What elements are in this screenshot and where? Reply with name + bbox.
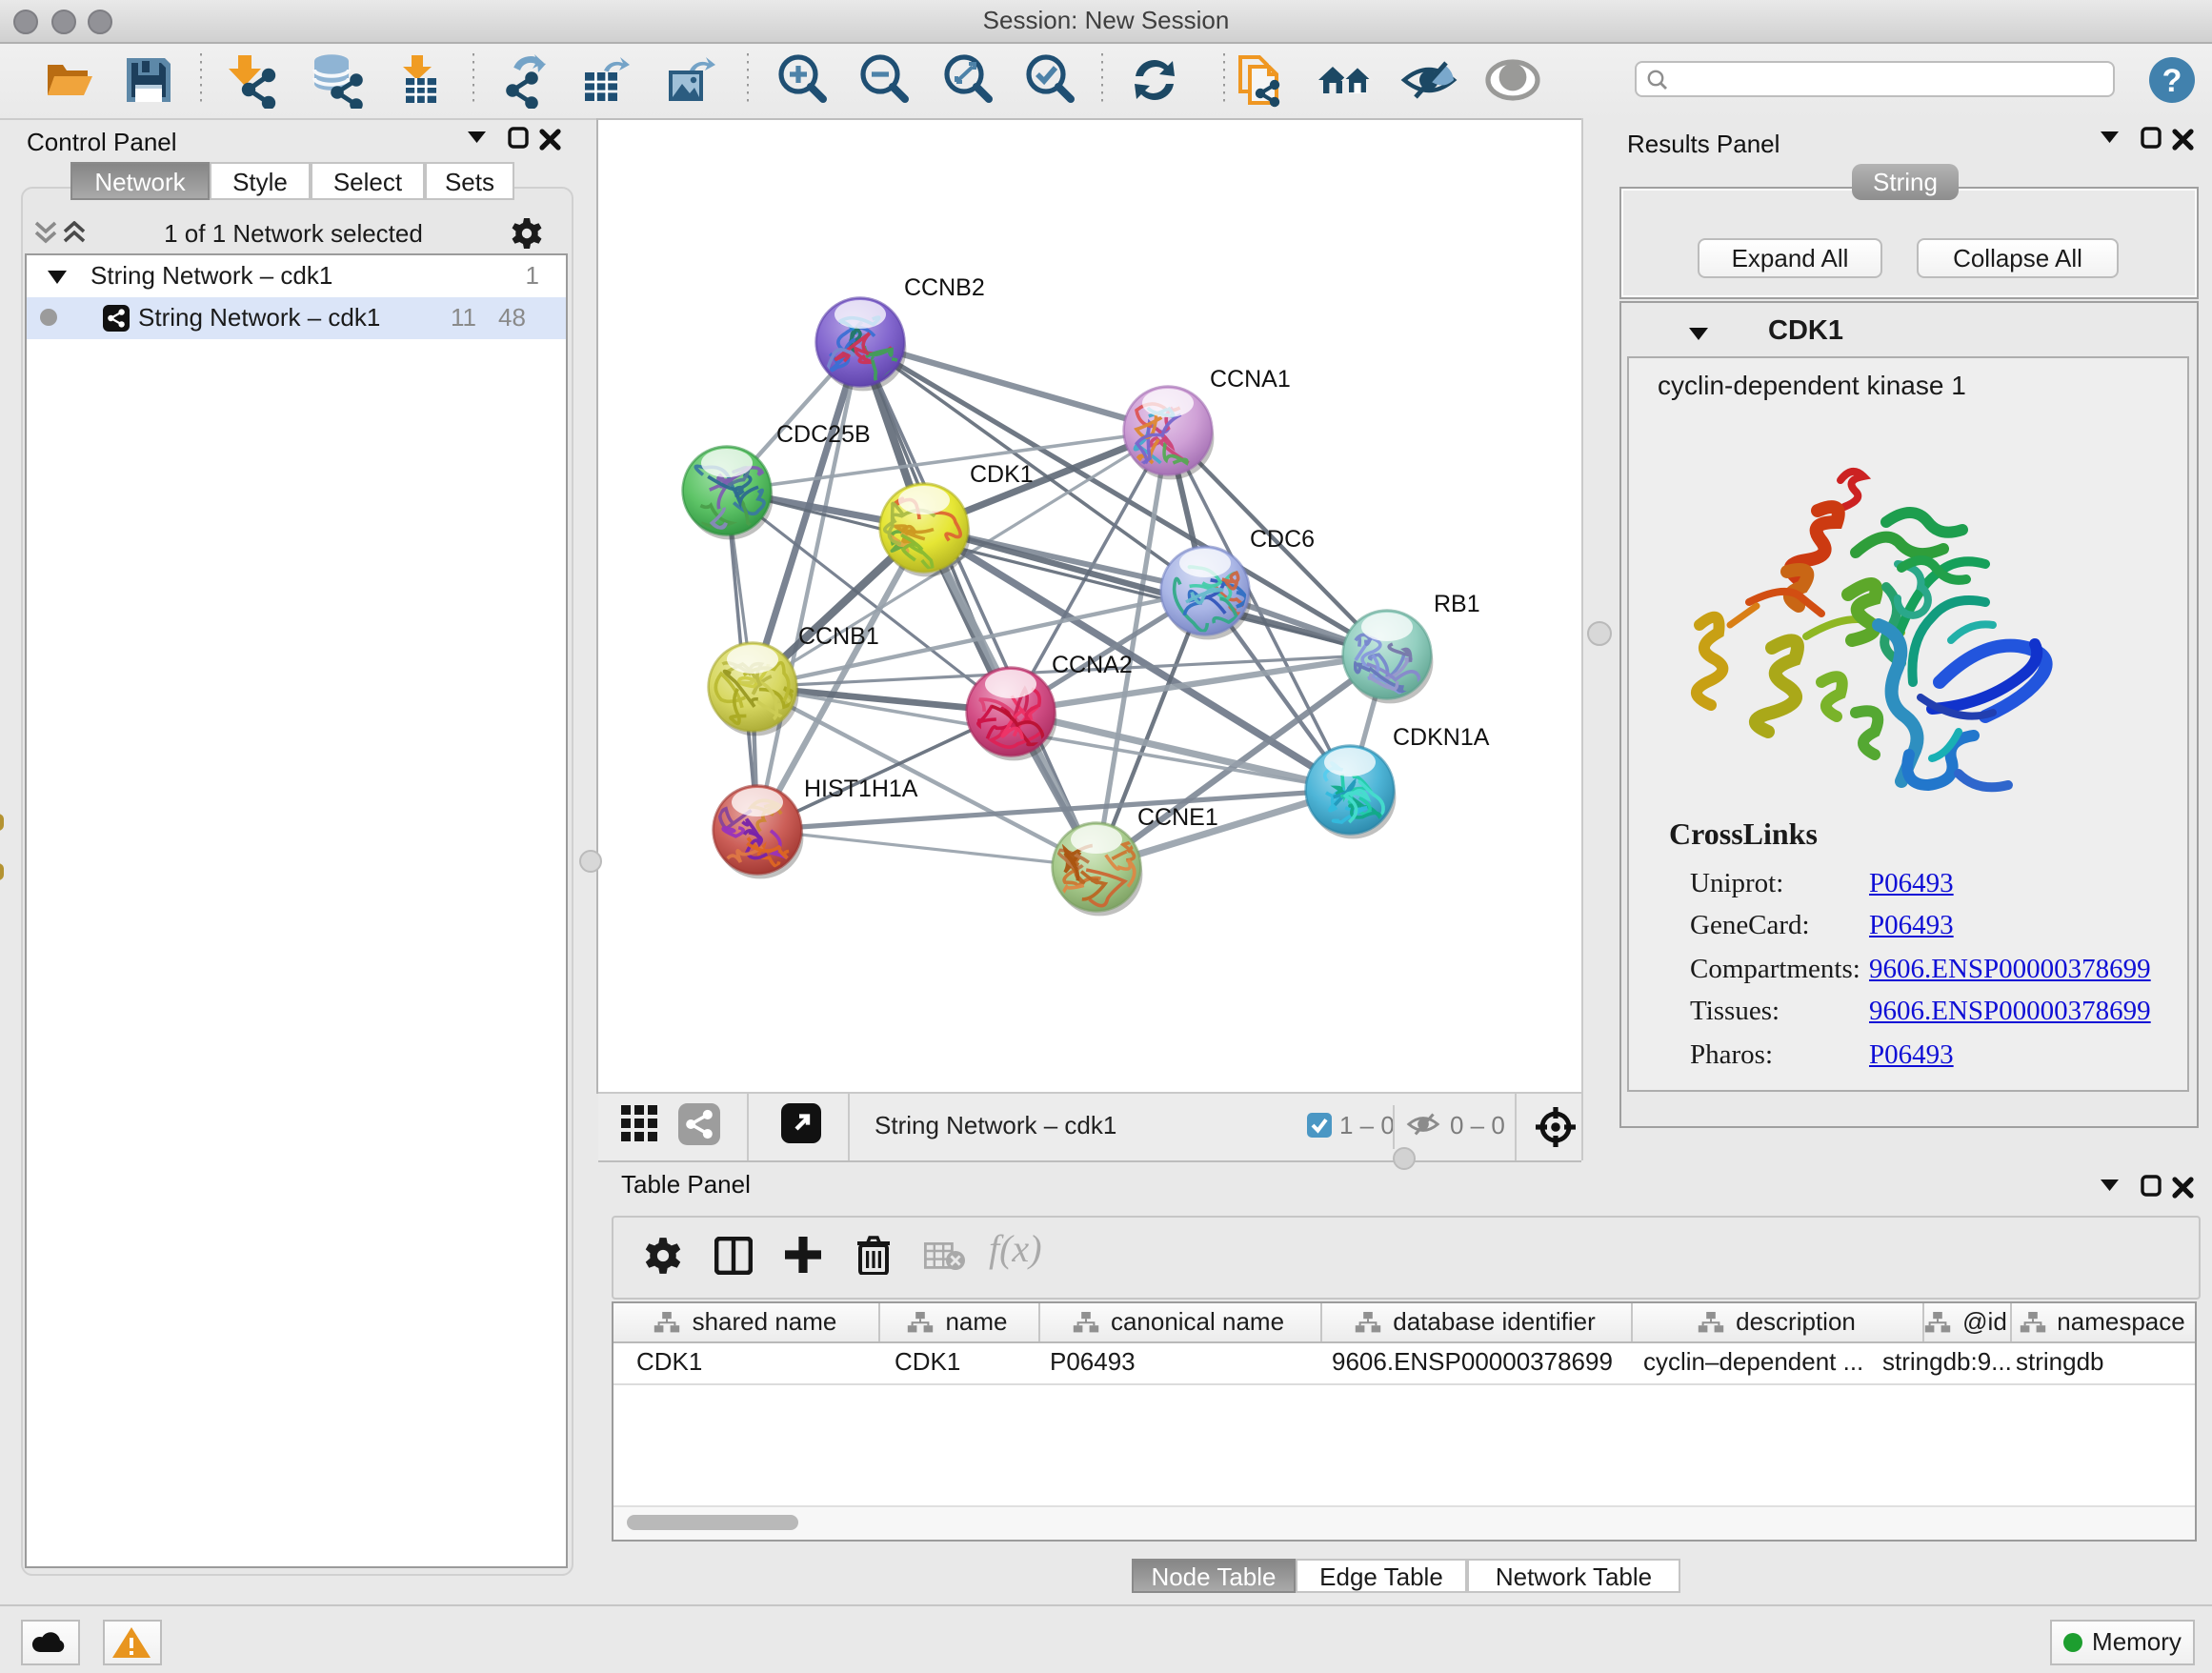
- svg-text:HIST1H1A: HIST1H1A: [804, 776, 918, 802]
- svg-text:CDK1: CDK1: [970, 461, 1034, 488]
- svg-text:CDC6: CDC6: [1250, 526, 1315, 553]
- svg-text:CCNE1: CCNE1: [1137, 804, 1218, 831]
- svg-text:CCNA1: CCNA1: [1210, 366, 1291, 393]
- svg-text:?: ?: [2162, 63, 2182, 99]
- svg-text:CDC25B: CDC25B: [776, 421, 871, 448]
- svg-text:CCNA2: CCNA2: [1052, 652, 1133, 678]
- svg-text:CCNB1: CCNB1: [798, 623, 879, 650]
- svg-text:CDKN1A: CDKN1A: [1393, 724, 1490, 751]
- svg-text:RB1: RB1: [1434, 591, 1480, 617]
- svg-text:CCNB2: CCNB2: [904, 274, 985, 301]
